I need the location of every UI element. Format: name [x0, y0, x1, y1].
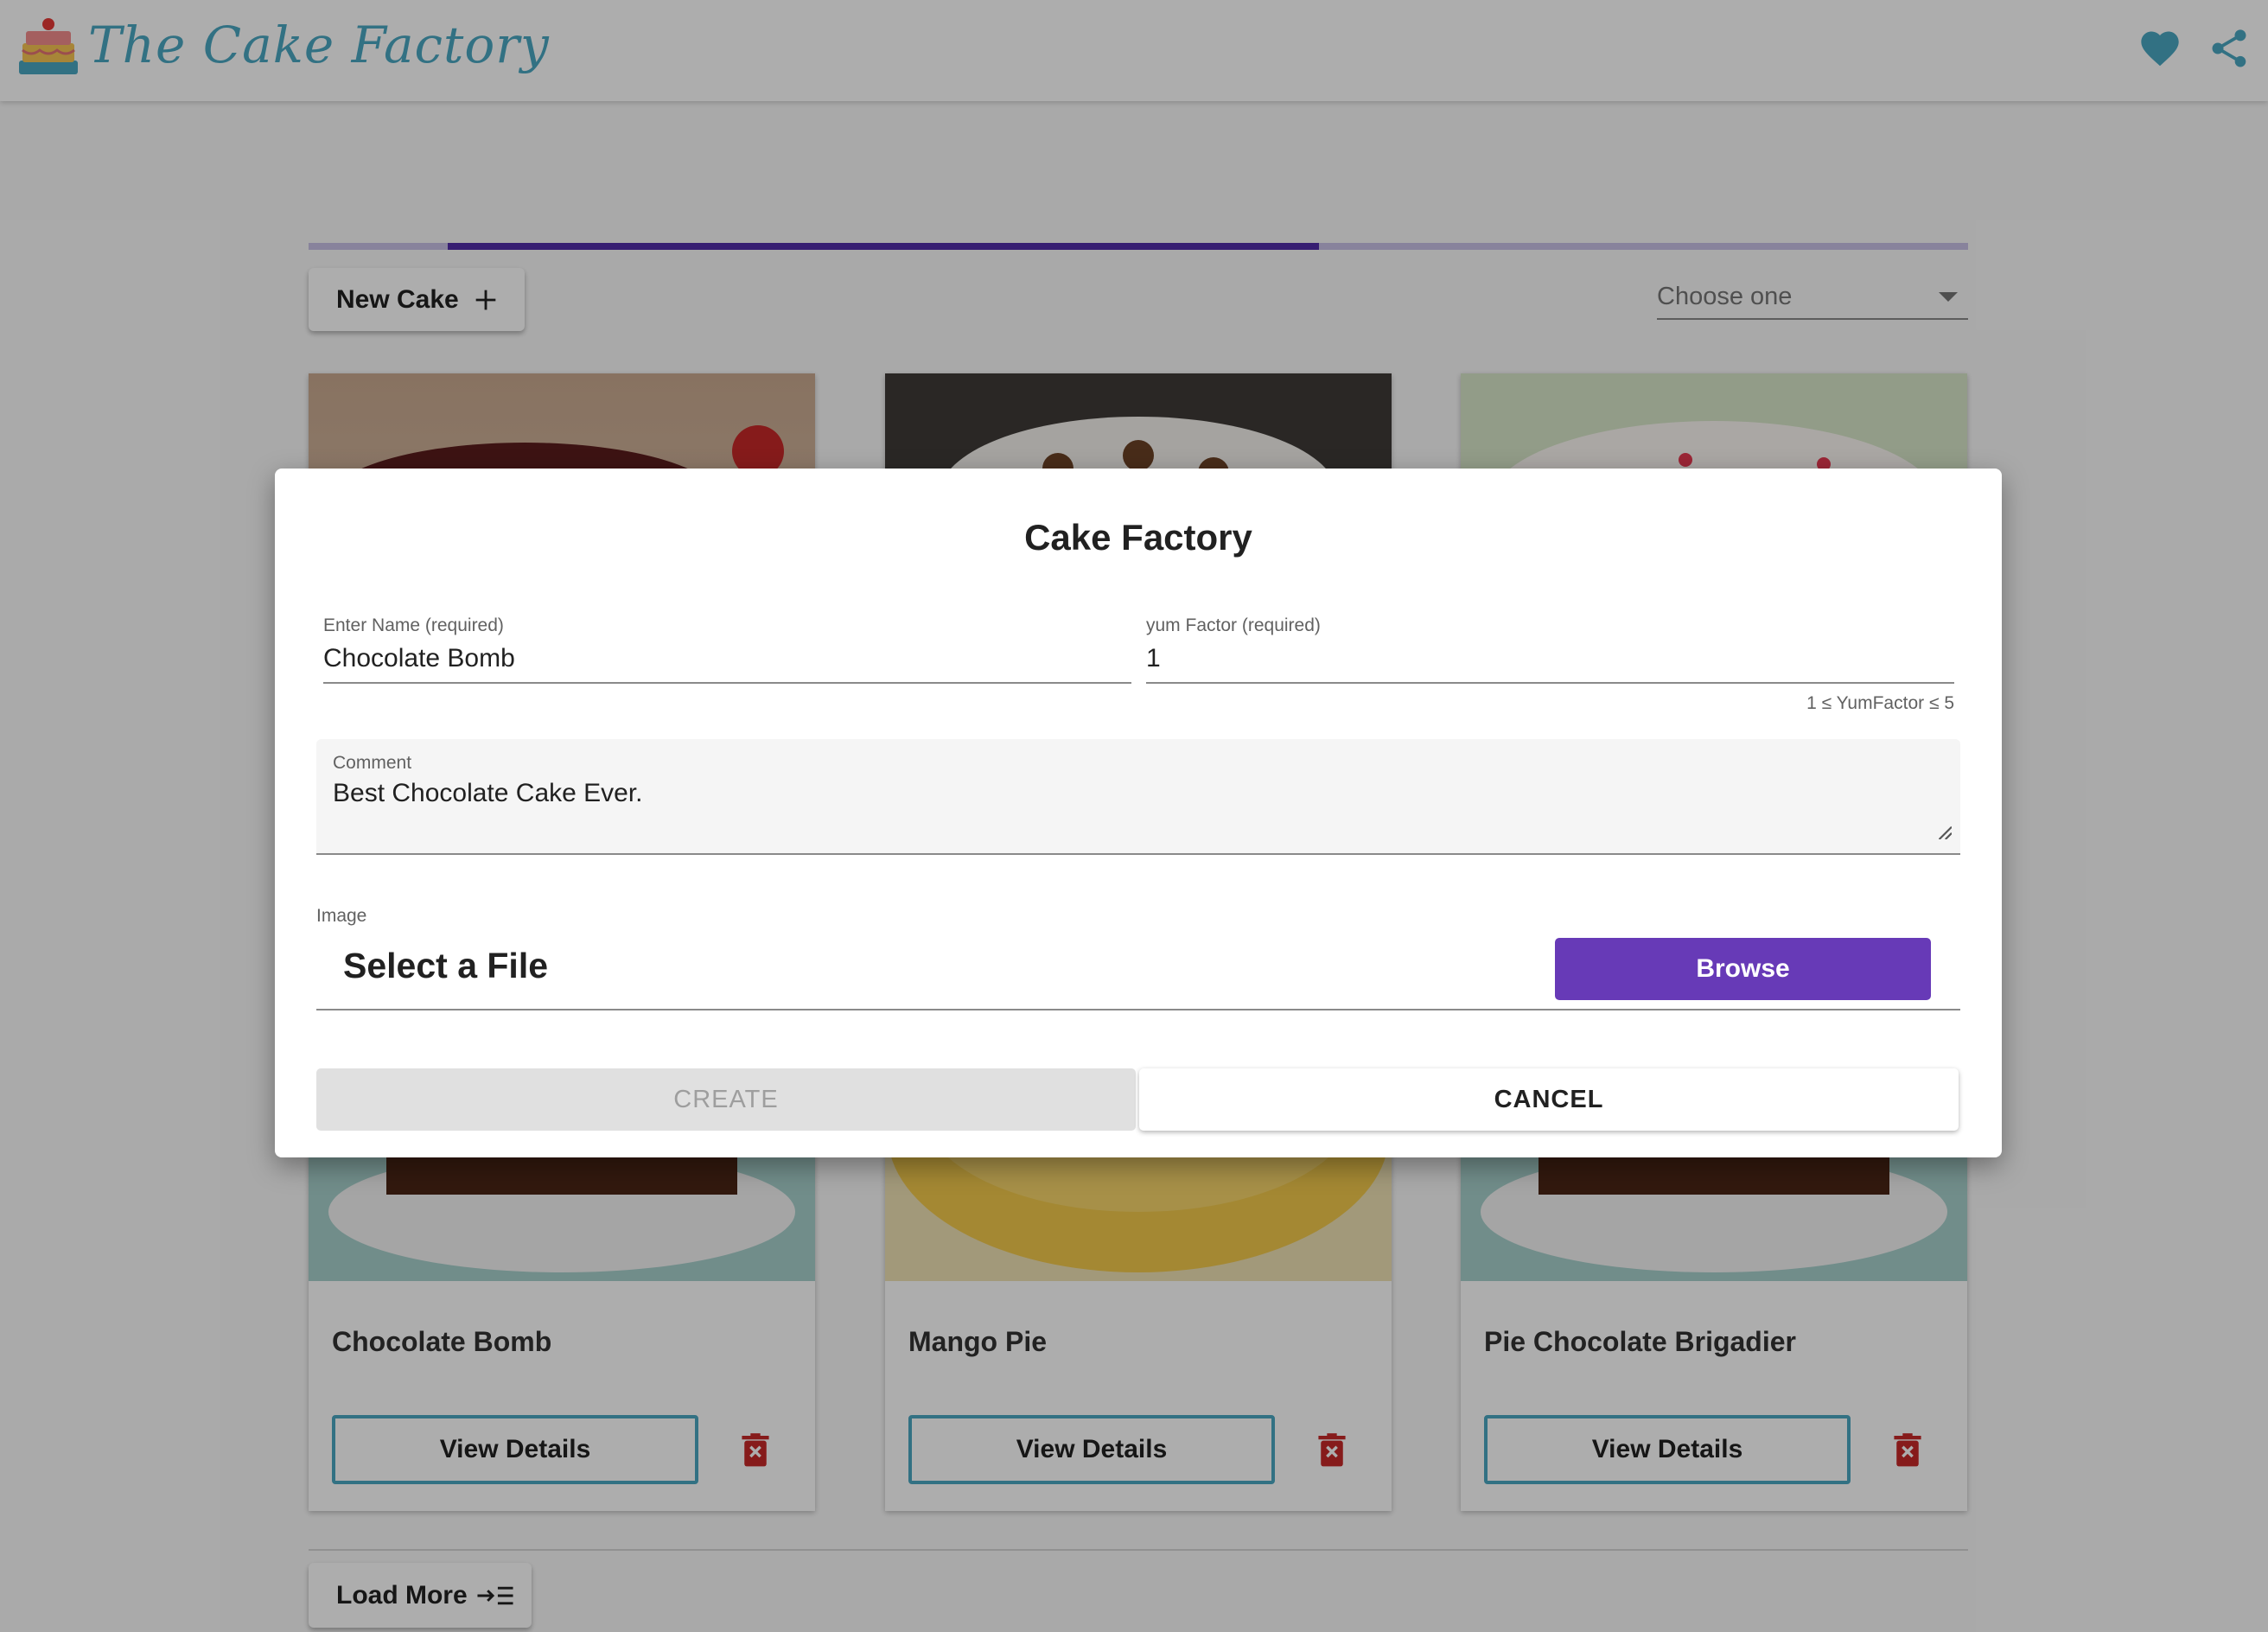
yum-factor-hint: 1 ≤ YumFactor ≤ 5 — [1806, 693, 1954, 713]
name-input[interactable]: Chocolate Bomb — [323, 644, 515, 673]
name-field-label: Enter Name (required) — [323, 615, 504, 635]
comment-value: Best Chocolate Cake Ever. — [333, 779, 643, 807]
create-cake-dialog: Cake Factory Enter Name (required) Choco… — [275, 469, 2002, 1157]
yum-factor-underline — [1146, 682, 1954, 684]
image-field-underline — [316, 1009, 1960, 1010]
yum-factor-input[interactable]: 1 — [1146, 644, 1161, 673]
cancel-button[interactable]: CANCEL — [1139, 1068, 1959, 1131]
create-button[interactable]: CREATE — [316, 1068, 1136, 1131]
comment-label: Comment — [333, 753, 412, 773]
file-name-display: Select a File — [343, 946, 549, 985]
yum-factor-label: yum Factor (required) — [1146, 615, 1321, 635]
browse-button[interactable]: Browse — [1555, 938, 1931, 1000]
comment-textarea[interactable]: Comment Best Chocolate Cake Ever. — [316, 739, 1960, 855]
dialog-title: Cake Factory — [1024, 517, 1252, 558]
image-label: Image — [316, 906, 367, 926]
name-input-underline — [323, 682, 1131, 684]
resize-handle-icon[interactable] — [1936, 824, 1952, 839]
